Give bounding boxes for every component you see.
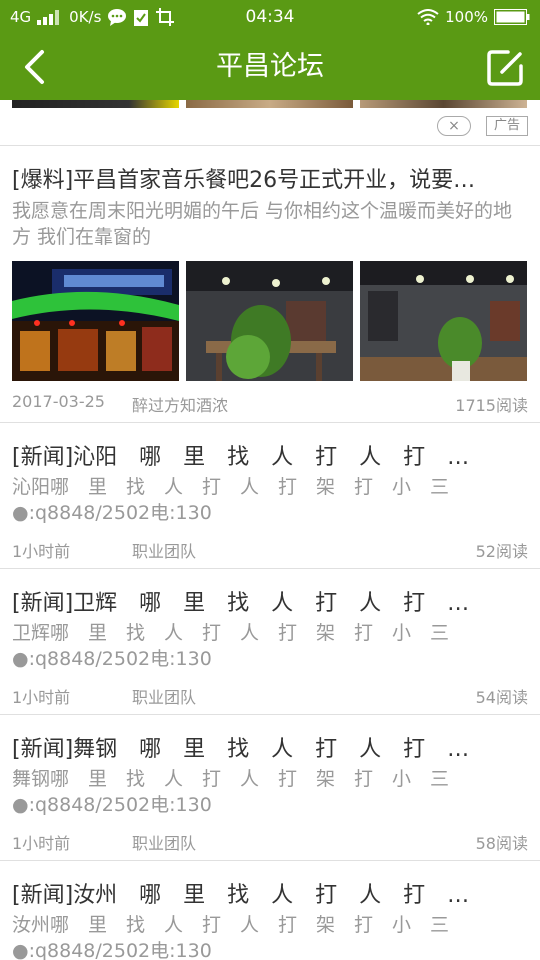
post-description-line: 汝州哪 里 找 人 打 人 打 架 打 小 三 bbox=[12, 914, 450, 936]
post-description: 沁阳哪 里 找 人 打 人 打 架 打 小 三 ●:q8848/2502电:13… bbox=[12, 474, 528, 526]
battery-percent: 100% bbox=[445, 8, 488, 26]
post-title: [新闻]卫辉 哪 里 找 人 打 人 打 … bbox=[12, 591, 470, 616]
post-title: [新闻]舞钢 哪 里 找 人 打 人 打 … bbox=[12, 737, 470, 762]
post-description-line: ●:q8848/2502电:130 bbox=[12, 502, 212, 524]
interior-image bbox=[360, 261, 527, 381]
interior-image bbox=[186, 261, 353, 381]
edit-icon bbox=[487, 50, 523, 86]
post-description: 舞钢哪 里 找 人 打 人 打 架 打 小 三 ●:q8848/2502电:13… bbox=[12, 766, 528, 818]
post-description-line: ●:q8848/2502电:130 bbox=[12, 794, 212, 816]
app-bar: 平昌论坛 bbox=[0, 34, 540, 100]
list-item[interactable]: [新闻]沁阳 哪 里 找 人 打 人 打 … 沁阳哪 里 找 人 打 人 打 架… bbox=[0, 423, 540, 568]
status-right: 100% bbox=[417, 0, 530, 34]
list-item[interactable]: [新闻]舞钢 哪 里 找 人 打 人 打 … 舞钢哪 里 找 人 打 人 打 架… bbox=[0, 715, 540, 860]
post-description-line: 舞钢哪 里 找 人 打 人 打 架 打 小 三 bbox=[12, 768, 450, 790]
post-description: 汝州哪 里 找 人 打 人 打 架 打 小 三 ●:q8848/2502电:13… bbox=[12, 912, 528, 960]
post-photos bbox=[12, 261, 528, 381]
post-meta: 1小时前 职业团队 52阅读 bbox=[12, 538, 528, 562]
ad-close-button[interactable]: × bbox=[437, 116, 471, 136]
post-time: 1小时前 bbox=[12, 688, 71, 707]
post-author: 醉过方知酒浓 bbox=[132, 396, 229, 415]
post-author: 职业团队 bbox=[132, 834, 197, 853]
post-author: 职业团队 bbox=[132, 688, 197, 707]
post-time: 1小时前 bbox=[12, 834, 71, 853]
post-meta: 1小时前 职业团队 58阅读 bbox=[12, 830, 528, 854]
storefront-image bbox=[12, 261, 179, 381]
status-bar: 4G 0K/s 04:34 100% bbox=[0, 0, 540, 34]
post-description: 我愿意在周末阳光明媚的午后 与你相约这个温暖而美好的地方 我们在靠窗的 bbox=[12, 200, 513, 248]
battery-icon bbox=[494, 9, 530, 25]
post-description-line: ●:q8848/2502电:130 bbox=[12, 648, 212, 670]
post-read-count: 58阅读 bbox=[475, 834, 528, 853]
ad-banner[interactable]: × 广告 bbox=[0, 100, 540, 145]
photo-storefront[interactable] bbox=[12, 261, 179, 381]
ad-image bbox=[12, 100, 179, 108]
compose-button[interactable] bbox=[486, 48, 526, 88]
featured-post[interactable]: [爆料]平昌首家音乐餐吧26号正式开业，说要… 我愿意在周末阳光明媚的午后 与你… bbox=[0, 146, 540, 422]
list-item[interactable]: [新闻]汝州 哪 里 找 人 打 人 打 … 汝州哪 里 找 人 打 人 打 架… bbox=[0, 861, 540, 960]
page-title: 平昌论坛 bbox=[216, 51, 324, 82]
post-meta: 2017-03-25 醉过方知酒浓 1715阅读 bbox=[12, 392, 528, 416]
post-time: 1小时前 bbox=[12, 542, 71, 561]
post-author: 职业团队 bbox=[132, 542, 197, 561]
post-description-line: 卫辉哪 里 找 人 打 人 打 架 打 小 三 bbox=[12, 622, 450, 644]
post-title: [新闻]汝州 哪 里 找 人 打 人 打 … bbox=[12, 883, 470, 908]
post-description-line: ●:q8848/2502电:130 bbox=[12, 940, 212, 960]
post-description: 卫辉哪 里 找 人 打 人 打 架 打 小 三 ●:q8848/2502电:13… bbox=[12, 620, 528, 672]
post-title: [爆料]平昌首家音乐餐吧26号正式开业，说要… bbox=[12, 168, 476, 193]
list-item[interactable]: [新闻]卫辉 哪 里 找 人 打 人 打 … 卫辉哪 里 找 人 打 人 打 架… bbox=[0, 569, 540, 714]
post-read-count: 52阅读 bbox=[475, 542, 528, 561]
ad-image bbox=[186, 100, 353, 108]
post-read-count: 54阅读 bbox=[475, 688, 528, 707]
post-description-line: 沁阳哪 里 找 人 打 人 打 架 打 小 三 bbox=[12, 476, 450, 498]
ad-label: 广告 bbox=[486, 116, 528, 136]
post-meta: 1小时前 职业团队 54阅读 bbox=[12, 684, 528, 708]
post-read-count: 1715阅读 bbox=[455, 396, 528, 415]
post-list[interactable]: × 广告 [爆料]平昌首家音乐餐吧26号正式开业，说要… 我愿意在周末阳光明媚的… bbox=[0, 100, 540, 960]
wifi-icon bbox=[417, 9, 439, 25]
post-date: 2017-03-25 bbox=[12, 392, 105, 411]
photo-interior-1[interactable] bbox=[186, 261, 353, 381]
photo-interior-2[interactable] bbox=[360, 261, 527, 381]
post-title: [新闻]沁阳 哪 里 找 人 打 人 打 … bbox=[12, 445, 470, 470]
ad-image bbox=[360, 100, 527, 108]
